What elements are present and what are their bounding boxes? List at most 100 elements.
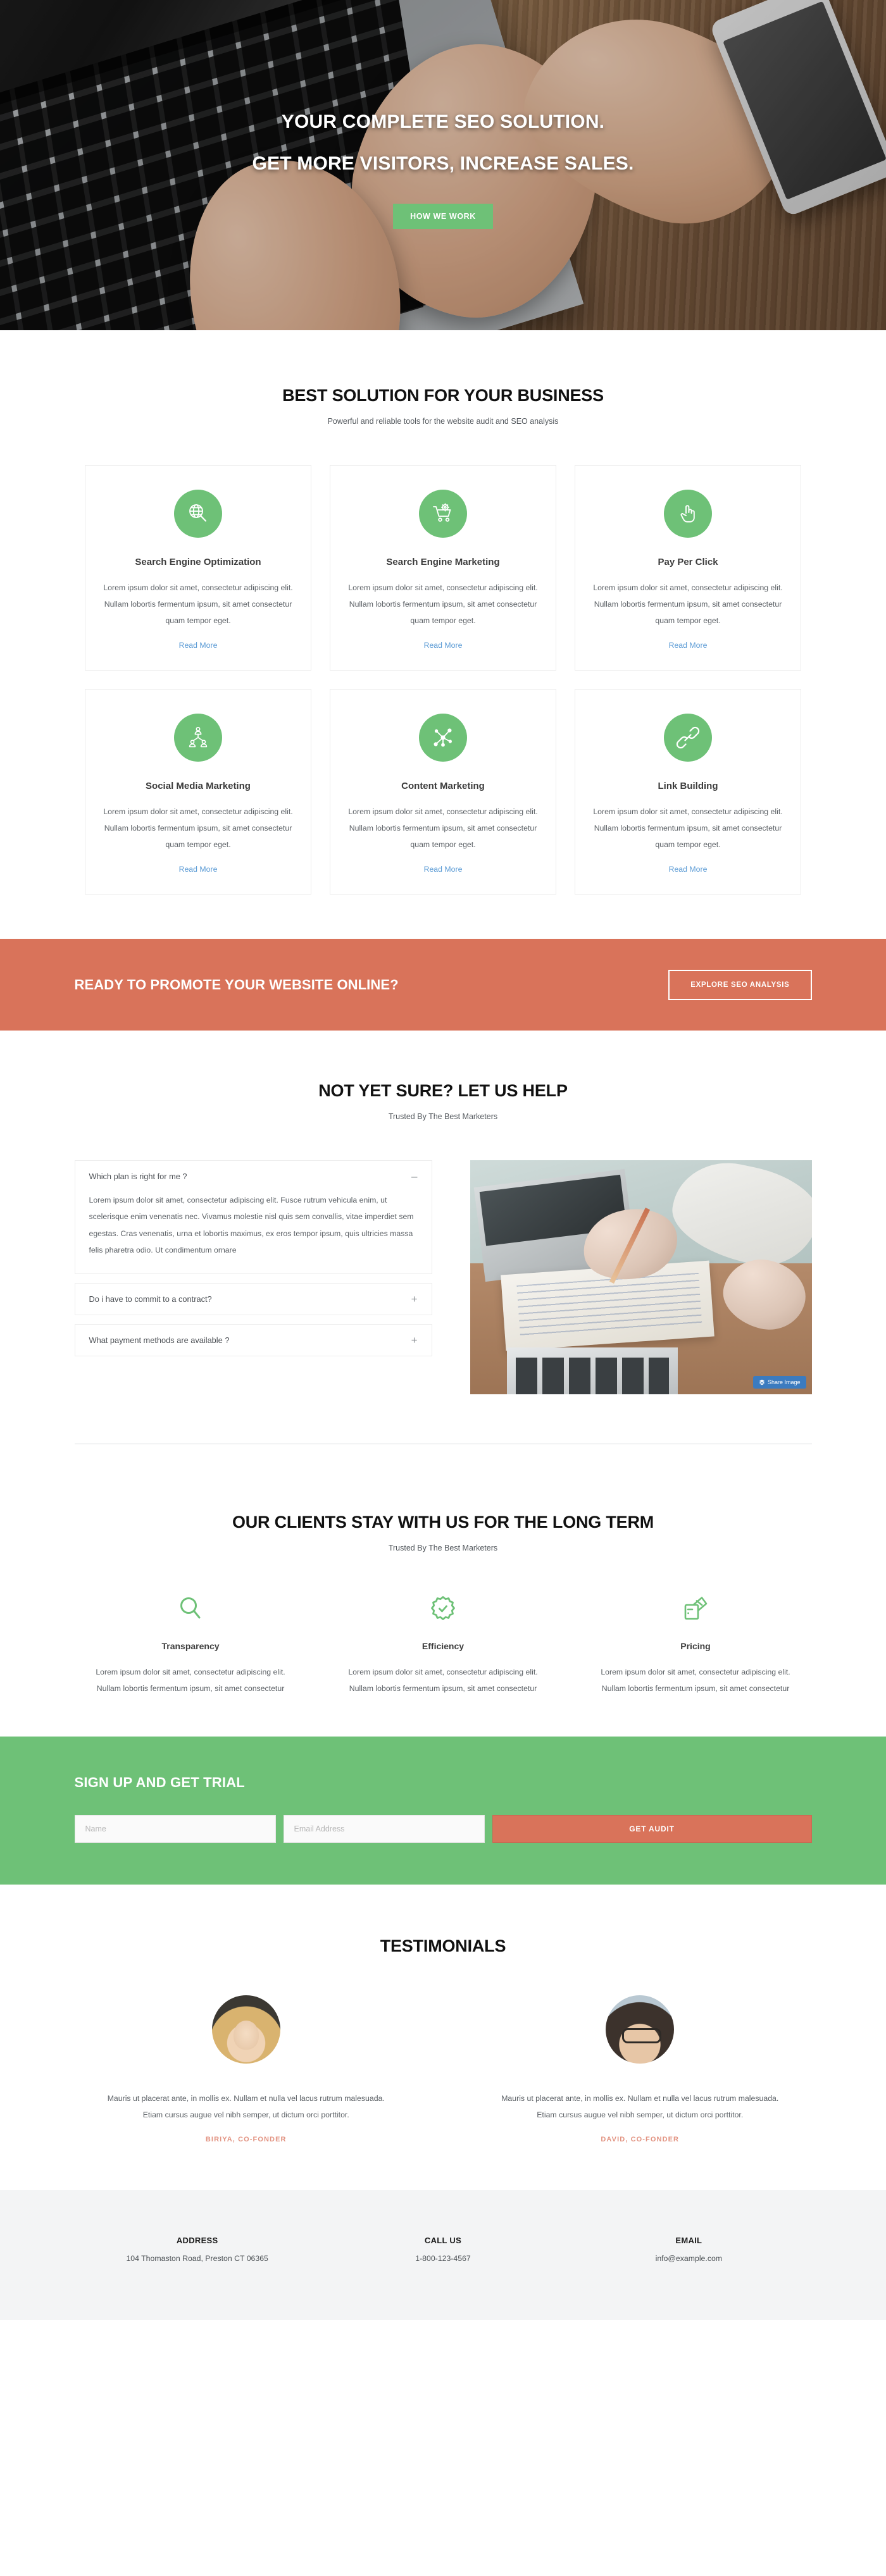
- office-planning-photo: Share Image: [470, 1160, 812, 1395]
- signup-form: GET AUDIT: [74, 1814, 812, 1843]
- hero-headline-line1: YOUR COMPLETE SEO SOLUTION.: [281, 111, 605, 132]
- service-description: Lorem ipsum dolor sit amet, consectetur …: [348, 583, 538, 626]
- footer-column-phone: CALL US 1-800-123-4567: [320, 2236, 566, 2263]
- service-card[interactable]: Content Marketing Lorem ipsum dolor sit …: [330, 689, 556, 895]
- faq-container: Which plan is right for me ? – Lorem ips…: [74, 1160, 812, 1395]
- client-feature-title: Efficiency: [421, 1641, 465, 1652]
- read-more-link[interactable]: Read More: [424, 641, 463, 650]
- footer-grid: ADDRESS 104 Thomaston Road, Preston CT 0…: [75, 2236, 812, 2263]
- read-more-link[interactable]: Read More: [179, 641, 218, 650]
- read-more-link[interactable]: Read More: [424, 865, 463, 874]
- get-audit-button[interactable]: GET AUDIT: [492, 1814, 812, 1843]
- service-title: Pay Per Click: [658, 557, 718, 567]
- footer-value: info@example.com: [655, 2253, 723, 2263]
- page-root: YOUR COMPLETE SEO SOLUTION. GET MORE VIS…: [0, 0, 886, 2320]
- service-card[interactable]: Link Building Lorem ipsum dolor sit amet…: [575, 689, 801, 895]
- footer-value: 104 Thomaston Road, Preston CT 06365: [126, 2253, 268, 2263]
- accordion-header[interactable]: Do i have to commit to a contract? +: [75, 1284, 432, 1315]
- faq-subtitle: Trusted By The Best Marketers: [388, 1112, 498, 1122]
- plus-icon[interactable]: +: [411, 1335, 418, 1346]
- explore-seo-analysis-button[interactable]: EXPLORE SEO ANALYSIS: [668, 969, 812, 1000]
- footer-heading: ADDRESS: [176, 2235, 218, 2245]
- accordion-item[interactable]: Which plan is right for me ? – Lorem ips…: [74, 1160, 432, 1274]
- testimonials-title: TESTIMONIALS: [380, 1936, 506, 1955]
- client-feature-description: Lorem ipsum dolor sit amet, consectetur …: [96, 1668, 285, 1694]
- footer-heading: EMAIL: [675, 2235, 702, 2245]
- accordion-item[interactable]: What payment methods are available ? +: [74, 1323, 432, 1356]
- accordion-item[interactable]: Do i have to commit to a contract? +: [74, 1282, 432, 1315]
- faq-section: NOT YET SURE? LET US HELP Trusted By The…: [0, 1031, 886, 1470]
- service-description: Lorem ipsum dolor sit amet, consectetur …: [593, 583, 783, 626]
- services-subtitle: Powerful and reliable tools for the webs…: [327, 417, 559, 426]
- clients-section: OUR CLIENTS STAY WITH US FOR THE LONG TE…: [0, 1470, 886, 1737]
- service-description: Lorem ipsum dolor sit amet, consectetur …: [103, 807, 293, 850]
- footer-heading: CALL US: [424, 2235, 462, 2245]
- network-nodes-icon: [419, 714, 467, 762]
- accordion-header[interactable]: Which plan is right for me ? –: [75, 1161, 432, 1192]
- service-card[interactable]: Pay Per Click Lorem ipsum dolor sit amet…: [575, 465, 801, 671]
- hero-content: YOUR COMPLETE SEO SOLUTION. GET MORE VIS…: [0, 0, 886, 330]
- testimonial-quote: Mauris ut placerat ante, in mollis ex. N…: [107, 2093, 385, 2119]
- clients-subtitle: Trusted By The Best Marketers: [388, 1544, 498, 1553]
- faq-accordion: Which plan is right for me ? – Lorem ips…: [74, 1160, 432, 1365]
- plus-icon[interactable]: +: [411, 1294, 418, 1304]
- read-more-link[interactable]: Read More: [669, 865, 708, 874]
- footer-value: 1-800-123-4567: [415, 2253, 471, 2263]
- footer-column-address: ADDRESS 104 Thomaston Road, Preston CT 0…: [75, 2236, 320, 2263]
- testimonial-author: BIRIYA, CO-FONDER: [205, 2135, 287, 2143]
- testimonial-item: Mauris ut placerat ante, in mollis ex. N…: [75, 1995, 418, 2143]
- testimonials-section: TESTIMONIALS Mauris ut placerat ante, in…: [0, 1884, 886, 2190]
- faq-title: NOT YET SURE? LET US HELP: [318, 1081, 568, 1101]
- foreground-laptop: [506, 1347, 678, 1395]
- globe-search-icon: [174, 490, 222, 538]
- accordion-question: What payment methods are available ?: [89, 1335, 230, 1345]
- service-title: Social Media Marketing: [146, 781, 251, 792]
- service-card[interactable]: Social Media Marketing Lorem ipsum dolor…: [85, 689, 311, 895]
- faq-grid: Which plan is right for me ? – Lorem ips…: [74, 1160, 812, 1395]
- accordion-header[interactable]: What payment methods are available ? +: [75, 1325, 432, 1356]
- clients-grid: Transparency Lorem ipsum dolor sit amet,…: [75, 1590, 812, 1697]
- read-more-link[interactable]: Read More: [669, 641, 708, 650]
- client-feature: Efficiency Lorem ipsum dolor sit amet, c…: [327, 1590, 559, 1697]
- accordion-question: Which plan is right for me ?: [89, 1172, 187, 1182]
- email-input[interactable]: [283, 1814, 485, 1843]
- service-title: Search Engine Optimization: [135, 557, 261, 567]
- service-description: Lorem ipsum dolor sit amet, consectetur …: [103, 583, 293, 626]
- minus-icon[interactable]: –: [411, 1171, 417, 1182]
- how-we-work-button[interactable]: HOW WE WORK: [393, 204, 493, 229]
- service-description: Lorem ipsum dolor sit amet, consectetur …: [593, 807, 783, 850]
- client-feature-title: Transparency: [161, 1641, 220, 1652]
- client-feature: Transparency Lorem ipsum dolor sit amet,…: [75, 1590, 307, 1697]
- client-feature-description: Lorem ipsum dolor sit amet, consectetur …: [348, 1668, 538, 1694]
- read-more-link[interactable]: Read More: [179, 865, 218, 874]
- share-image-label: Share Image: [767, 1379, 801, 1386]
- service-card[interactable]: Search Engine Marketing Lorem ipsum dolo…: [330, 465, 556, 671]
- testimonial-quote: Mauris ut placerat ante, in mollis ex. N…: [501, 2093, 779, 2119]
- chain-link-icon: [664, 714, 712, 762]
- signup-title: SIGN UP AND GET TRIAL: [74, 1774, 245, 1790]
- service-title: Link Building: [658, 781, 718, 792]
- client-feature: Pricing Lorem ipsum dolor sit amet, cons…: [580, 1590, 812, 1697]
- hero-headline-line2: GET MORE VISITORS, INCREASE SALES.: [252, 153, 634, 174]
- pointing-hand-icon: [664, 490, 712, 538]
- signup-section: SIGN UP AND GET TRIAL GET AUDIT: [0, 1736, 886, 1885]
- share-image-badge[interactable]: Share Image: [752, 1376, 806, 1389]
- footer: ADDRESS 104 Thomaston Road, Preston CT 0…: [0, 2189, 886, 2320]
- name-input[interactable]: [74, 1814, 276, 1843]
- service-description: Lorem ipsum dolor sit amet, consectetur …: [348, 807, 538, 850]
- accordion-answer: Lorem ipsum dolor sit amet, consectetur …: [89, 1196, 414, 1254]
- testimonial-item: Mauris ut placerat ante, in mollis ex. N…: [468, 1995, 812, 2143]
- services-section: BEST SOLUTION FOR YOUR BUSINESS Powerful…: [0, 330, 886, 939]
- testimonial-author: DAVID, CO-FONDER: [601, 2135, 680, 2143]
- shirt-sleeve: [664, 1160, 812, 1276]
- clients-title: OUR CLIENTS STAY WITH US FOR THE LONG TE…: [232, 1513, 654, 1532]
- services-grid: Search Engine Optimization Lorem ipsum d…: [0, 465, 886, 895]
- magnifier-icon: [75, 1590, 307, 1627]
- service-card[interactable]: Search Engine Optimization Lorem ipsum d…: [85, 465, 311, 671]
- promo-banner-inner: READY TO PROMOTE YOUR WEBSITE ONLINE? EX…: [75, 939, 812, 1031]
- footer-column-email: EMAIL info@example.com: [566, 2236, 811, 2263]
- accordion-question: Do i have to commit to a contract?: [89, 1294, 212, 1304]
- gear-check-icon: [327, 1590, 559, 1627]
- shopping-cart-gear-icon: [419, 490, 467, 538]
- faq-illustration: Share Image: [470, 1160, 812, 1395]
